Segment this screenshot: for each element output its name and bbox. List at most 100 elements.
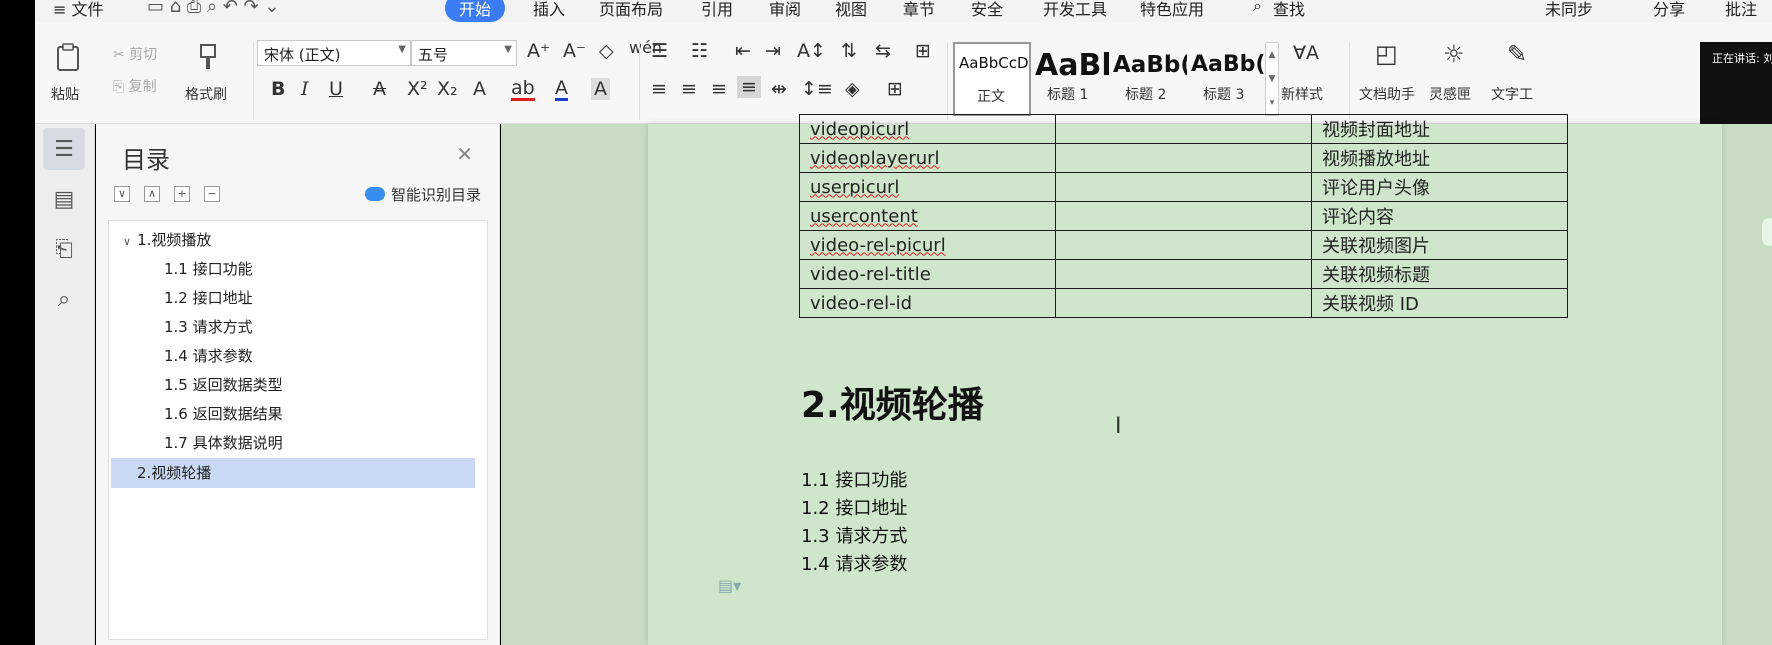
table-cell[interactable]: videoplayerurl — [799, 143, 1056, 173]
table-cell[interactable]: 视频播放地址 — [1311, 143, 1568, 173]
tab-view[interactable]: 视图 — [835, 0, 867, 20]
toc-item[interactable]: 1.1 接口功能 — [109, 254, 487, 284]
style-heading-1[interactable]: AaBl 标题 1 — [1033, 42, 1109, 116]
highlight-icon[interactable]: ab — [511, 78, 535, 101]
font-color-icon[interactable]: A — [555, 78, 568, 101]
table-cell[interactable]: 评论内容 — [1311, 201, 1568, 231]
bullet-list-icon[interactable]: ☰ — [651, 40, 668, 62]
toc-item[interactable]: 1.7 具体数据说明 — [109, 428, 487, 458]
paste-options-icon[interactable]: ▤▾ — [718, 576, 741, 595]
font-size-select[interactable]: 五号 ▼ — [411, 40, 517, 66]
bookmark-icon[interactable]: ⎗ — [43, 228, 85, 270]
subscript-icon[interactable]: X₂ — [437, 78, 458, 100]
file-menu[interactable]: ≡ 文件 — [53, 0, 104, 20]
doc-helper-button[interactable]: 文档助手 — [1359, 84, 1415, 104]
toc-item[interactable]: 1.6 返回数据结果 — [109, 399, 487, 429]
increase-indent-icon[interactable]: ⇥ — [765, 40, 781, 62]
tab-review[interactable]: 审阅 — [769, 0, 801, 20]
new-style-button[interactable]: 新样式 — [1281, 84, 1323, 104]
table-cell[interactable] — [1055, 172, 1312, 202]
share-button[interactable]: 分享 — [1653, 0, 1685, 20]
subsection-item[interactable]: 1.2 接口地址 — [801, 494, 907, 520]
tab-special[interactable]: 特色应用 — [1140, 0, 1204, 20]
sort-icon[interactable]: ⇅ — [841, 40, 857, 62]
inspiration-button[interactable]: 灵感匣 — [1429, 84, 1471, 104]
align-right-icon[interactable]: ≡ — [711, 78, 727, 100]
remove-level-icon[interactable]: − — [204, 186, 220, 202]
doc-helper-icon[interactable]: ◰ — [1375, 40, 1398, 68]
sync-status[interactable]: 未同步 — [1545, 0, 1593, 20]
cut-button[interactable]: ✂ 剪切 — [113, 44, 157, 64]
table-cell[interactable]: 关联视频 ID — [1311, 288, 1568, 318]
tab-developer[interactable]: 开发工具 — [1043, 0, 1107, 20]
distributed-icon[interactable]: ⇹ — [771, 78, 787, 100]
table-cell[interactable]: 关联视频标题 — [1311, 259, 1568, 289]
style-heading-3[interactable]: AaBb( 标题 3 — [1189, 42, 1265, 116]
superscript-icon[interactable]: X² — [407, 78, 428, 100]
toc-item-selected[interactable]: 2.视频轮播 — [111, 458, 475, 488]
save-icon[interactable]: ▭ ⌂ ⎙ ⌕ ↶ ↷ ⌄ — [147, 0, 280, 17]
format-painter-button[interactable]: 格式刷 — [185, 84, 227, 104]
borders-icon[interactable]: ⊞ — [915, 40, 931, 62]
shrink-font-icon[interactable]: A⁻ — [563, 40, 586, 62]
table-cell[interactable]: video-rel-title — [799, 259, 1056, 289]
text-effect-icon[interactable]: A — [473, 78, 486, 100]
tab-references[interactable]: 引用 — [701, 0, 733, 20]
tab-chapter[interactable]: 章节 — [903, 0, 935, 20]
table-cell[interactable]: 关联视频图片 — [1311, 230, 1568, 260]
text-tool-icon[interactable]: ✎ — [1507, 40, 1527, 68]
expand-all-icon[interactable]: ∧ — [144, 186, 160, 202]
font-name-select[interactable]: 宋体 (正文) ▼ — [257, 40, 411, 66]
tab-security[interactable]: 安全 — [971, 0, 1003, 20]
subsection-item[interactable]: 1.1 接口功能 — [801, 466, 907, 492]
grow-font-icon[interactable]: A⁺ — [527, 40, 550, 62]
toc-list-icon[interactable]: ☰ — [43, 128, 85, 170]
section-heading[interactable]: 2.视频轮播 — [801, 376, 984, 428]
add-level-icon[interactable]: + — [174, 186, 190, 202]
page-thumbnail-icon[interactable]: ▤ — [43, 178, 85, 220]
subsection-item[interactable]: 1.4 请求参数 — [801, 550, 907, 576]
strikethrough-icon[interactable]: A — [373, 78, 386, 100]
char-shading-icon[interactable]: A — [591, 78, 610, 100]
copy-button[interactable]: ⎘ 复制 — [113, 76, 157, 96]
toc-item[interactable]: ∨ 1.视频播放 — [109, 225, 487, 255]
lightbulb-icon[interactable]: ☼ — [1443, 40, 1465, 68]
toc-item[interactable]: 1.4 请求参数 — [109, 341, 487, 371]
align-left-icon[interactable]: ≡ — [651, 78, 667, 100]
align-center-icon[interactable]: ≡ — [681, 78, 697, 100]
new-style-icon[interactable]: ⱯA — [1293, 42, 1319, 64]
find-icon[interactable]: ⌕ — [43, 278, 85, 320]
style-normal[interactable]: AaBbCcDd 正文 — [953, 42, 1031, 116]
show-marks-icon[interactable]: ⇆ — [875, 40, 891, 62]
paste-button[interactable]: 粘贴 — [51, 84, 79, 104]
bold-icon[interactable]: B — [271, 78, 285, 100]
tab-page-layout[interactable]: 页面布局 — [599, 0, 663, 20]
tab-insert[interactable]: 插入 — [533, 0, 565, 20]
table-cell[interactable]: video-rel-id — [799, 288, 1056, 318]
table-cell[interactable]: 评论用户头像 — [1311, 172, 1568, 202]
chevron-down-icon[interactable]: ∨ — [123, 235, 131, 248]
italic-icon[interactable]: I — [301, 78, 309, 100]
toc-item[interactable]: 1.2 接口地址 — [109, 283, 487, 313]
table-cell[interactable]: 视频封面地址 — [1311, 114, 1568, 144]
table-cell[interactable] — [1055, 259, 1312, 289]
toc-item[interactable]: 1.3 请求方式 — [109, 312, 487, 342]
table-cell[interactable] — [1055, 201, 1312, 231]
close-icon[interactable]: ✕ — [456, 142, 473, 166]
decrease-indent-icon[interactable]: ⇤ — [735, 40, 751, 62]
document-page[interactable]: videopicurl 视频封面地址 videoplayerurl 视频播放地址… — [648, 114, 1722, 645]
justify-icon[interactable]: ≡ — [737, 76, 761, 98]
ai-detect-toc-button[interactable]: 智能识别目录 — [364, 184, 481, 205]
text-tool-button[interactable]: 文字工 — [1491, 84, 1533, 104]
line-spacing-icon[interactable]: ↕≡ — [801, 78, 833, 100]
toc-item[interactable]: 1.5 返回数据类型 — [109, 370, 487, 400]
search-icon[interactable]: ⌕ — [1253, 0, 1262, 16]
table-cell[interactable] — [1055, 230, 1312, 260]
scroll-handle[interactable] — [1762, 218, 1772, 246]
table-cell[interactable]: videopicurl — [799, 114, 1056, 144]
style-gallery-scroll[interactable]: ▲ ▼ ▾ — [1265, 42, 1279, 116]
subsection-item[interactable]: 1.3 请求方式 — [801, 522, 907, 548]
search-button[interactable]: 查找 — [1273, 0, 1305, 20]
shading-icon[interactable]: ◈ — [845, 78, 860, 100]
table-borders-icon[interactable]: ⊞ — [887, 78, 903, 100]
